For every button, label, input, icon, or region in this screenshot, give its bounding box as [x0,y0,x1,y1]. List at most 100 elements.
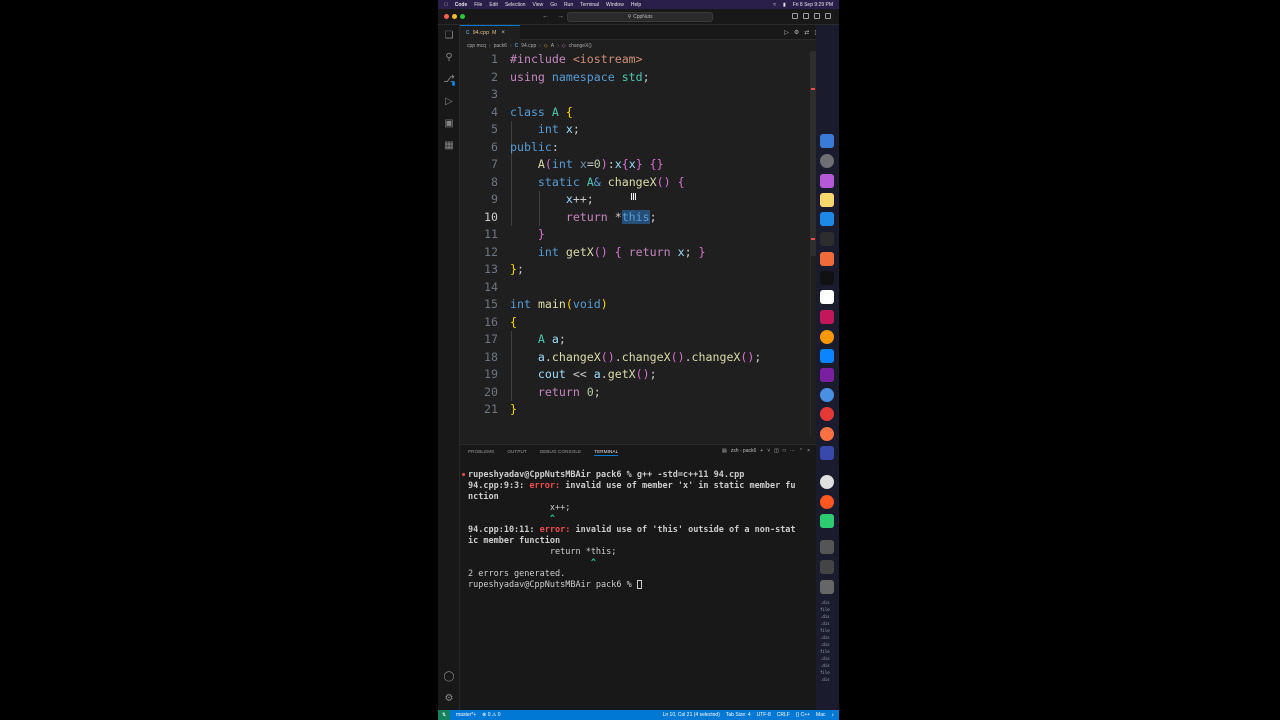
trash-icon[interactable] [820,580,834,594]
terminal-icon[interactable] [820,271,834,285]
close-icon[interactable]: × [501,30,505,36]
tab-output[interactable]: OUTPUT [507,449,526,456]
code-editor[interactable]: 1 2 3 4 5 6 7 8 9 10 11 12 13 14 15 16 17 18 19 20 21 #inclu… [460,51,812,436]
firefox-icon[interactable] [820,495,834,509]
zoom-window-button[interactable] [460,14,465,19]
tab-size-status[interactable]: Tab Size: 4 [726,712,751,718]
language-mode-status[interactable]: {} C++ [796,712,810,718]
dock-file-label[interactable]: .dis [820,621,830,626]
document-icon[interactable] [820,540,834,554]
dock-file-label[interactable]: .dis [820,663,830,668]
menu-file[interactable]: File [474,2,482,8]
menu-run[interactable]: Run [564,2,573,8]
app-icon[interactable] [820,427,834,441]
git-branch-status[interactable]: master*+ [456,712,476,718]
manage-gear-icon[interactable]: ⚙ [443,693,455,705]
source-control-icon[interactable]: ⎇ · [443,74,456,86]
app-store-icon[interactable] [820,212,834,226]
launchpad-icon[interactable] [820,174,834,188]
terminal-shell-label[interactable]: zsh - pack6 [731,448,757,454]
menu-window[interactable]: Window [606,2,624,8]
app-icon[interactable] [820,252,834,266]
more-actions-icon[interactable]: ⋯ [790,448,795,454]
dock-file-label[interactable]: file [820,649,830,654]
menu-view[interactable]: View [533,2,544,8]
breadcrumb-item[interactable]: A [551,43,554,49]
vscode-icon[interactable] [820,349,834,363]
toggle-panel-icon[interactable] [803,13,809,19]
breadcrumb-item[interactable]: changeX() [569,43,592,49]
menu-go[interactable]: Go [550,2,557,8]
tab-debug-console[interactable]: DEBUG CONSOLE [540,449,581,456]
close-icon[interactable]: × [807,448,810,454]
app-icon[interactable] [820,475,834,489]
menu-edit[interactable]: Edit [489,2,498,8]
run-debug-icon[interactable]: ▷ [443,96,455,108]
downloads-icon[interactable] [820,560,834,574]
breadcrumb-item[interactable]: pack6 [494,43,507,49]
maximize-panel-icon[interactable]: ⌃ [799,448,803,454]
search-icon[interactable]: ⚲ [443,52,455,64]
app-icon[interactable] [820,330,834,344]
notes-icon[interactable] [820,193,834,207]
dock-file-label[interactable]: .dis [820,600,830,605]
app-icon[interactable] [820,446,834,460]
wifi-icon[interactable]: ≈ [773,2,776,8]
menu-terminal[interactable]: Terminal [580,2,599,8]
dock-file-label[interactable]: .dis [820,642,830,647]
remote-explorer-icon[interactable]: ▣ [443,118,455,130]
dock-file-label[interactable]: .dis [820,635,830,640]
menu-clock[interactable]: Fri 8 Sep 9:29 PM [793,2,833,8]
apple-icon[interactable]:  [444,2,448,8]
command-center-search[interactable]: ⚲ CppNuts [567,12,713,22]
safari-icon[interactable] [820,388,834,402]
run-icon[interactable]: ▷ [784,29,789,36]
bottom-panel: PROBLEMS OUTPUT DEBUG CONSOLE TERMINAL ▤… [460,444,816,710]
toggle-sidebar-icon[interactable] [792,13,798,19]
menu-help[interactable]: Help [631,2,641,8]
problems-status[interactable]: ⊗ 0 ⚠ 0 [482,712,500,718]
account-icon[interactable]: ◯ [443,671,455,683]
chevron-down-icon[interactable]: ˅ [767,448,770,454]
explorer-icon[interactable]: ❏ [443,30,455,42]
system-settings-icon[interactable] [820,154,834,168]
tab-terminal[interactable]: TERMINAL [594,449,619,456]
minimize-window-button[interactable] [452,14,457,19]
trash-icon[interactable]: □ [783,448,786,454]
breadcrumb-item[interactable]: cpp mcq [467,43,486,49]
cursor-position-status[interactable]: Ln 10, Col 21 (4 selected) [663,712,720,718]
chrome-icon[interactable] [820,407,834,421]
dock-file-label[interactable]: .dis [820,656,830,661]
new-terminal-icon[interactable]: + [760,448,763,454]
back-arrow-icon[interactable]: ← [542,13,549,20]
tab-94-cpp[interactable]: C 94.cpp M × [460,25,520,40]
terminal-output[interactable]: rupeshyadav@CppNutsMBAir pack6 % g++ -st… [468,470,808,591]
gear-icon[interactable]: ⚙ [794,29,799,36]
extensions-icon[interactable]: ▦ [443,140,455,152]
breadcrumb-item[interactable]: 94.cpp [521,43,536,49]
tab-problems[interactable]: PROBLEMS [468,449,494,456]
dock-file-label[interactable]: file [820,670,830,675]
remote-indicator-icon[interactable]: ⇅ [438,710,450,720]
dock-file-label[interactable]: .dis [820,677,830,682]
finder-icon[interactable] [820,134,834,148]
activity-monitor-icon[interactable] [820,232,834,246]
onenote-icon[interactable] [820,368,834,382]
toggle-secondary-sidebar-icon[interactable] [814,13,820,19]
dock-file-label[interactable]: .dis [820,614,830,619]
forward-arrow-icon[interactable]: → [557,13,564,20]
dock-file-label[interactable]: file [820,607,830,612]
facetime-icon[interactable] [820,514,834,528]
menu-app-name[interactable]: Code [455,2,468,8]
photos-icon[interactable] [820,310,834,324]
menu-selection[interactable]: Selection [505,2,526,8]
eol-status[interactable]: CRLF [777,712,790,718]
dock-file-label[interactable]: file [820,628,830,633]
encoding-status[interactable]: UTF-8 [757,712,771,718]
compare-icon[interactable]: ⇄ [804,29,809,36]
notion-icon[interactable] [820,290,834,304]
battery-icon[interactable]: ▮ [783,2,786,8]
split-terminal-icon[interactable]: ◫ [774,448,779,454]
customize-layout-icon[interactable] [825,13,831,19]
close-window-button[interactable] [444,14,449,19]
